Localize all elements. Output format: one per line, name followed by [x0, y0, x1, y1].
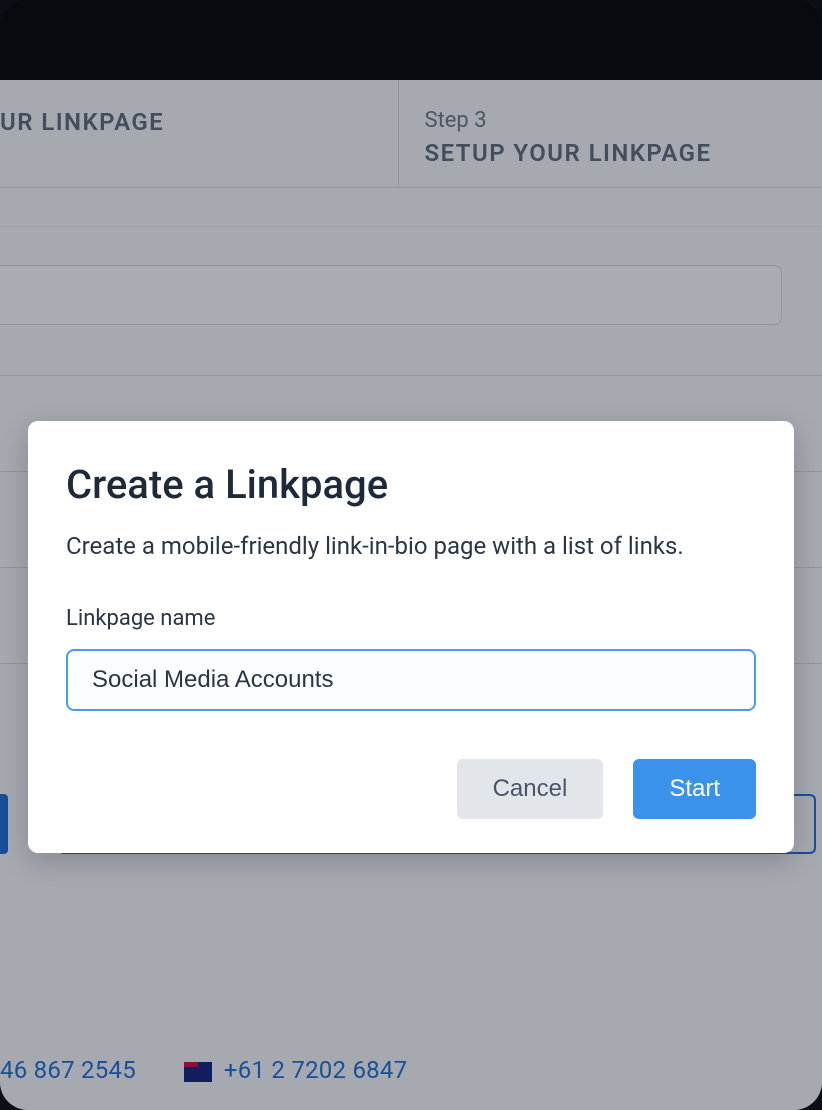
top-bar — [0, 0, 822, 80]
content-area: UR LINKPAGE Step 3 SETUP YOUR LINKPAGE +… — [0, 80, 822, 1110]
cancel-button[interactable]: Cancel — [457, 759, 604, 819]
start-button[interactable]: Start — [633, 759, 756, 819]
modal-actions: Cancel Start — [66, 759, 756, 819]
modal-description: Create a mobile-friendly link-in-bio pag… — [66, 532, 756, 560]
linkpage-name-label: Linkpage name — [66, 606, 756, 631]
create-linkpage-modal: Create a Linkpage Create a mobile-friend… — [28, 421, 794, 853]
modal-title: Create a Linkpage — [66, 461, 756, 508]
linkpage-name-input[interactable] — [66, 649, 756, 711]
app-window: UR LINKPAGE Step 3 SETUP YOUR LINKPAGE +… — [0, 0, 822, 1110]
